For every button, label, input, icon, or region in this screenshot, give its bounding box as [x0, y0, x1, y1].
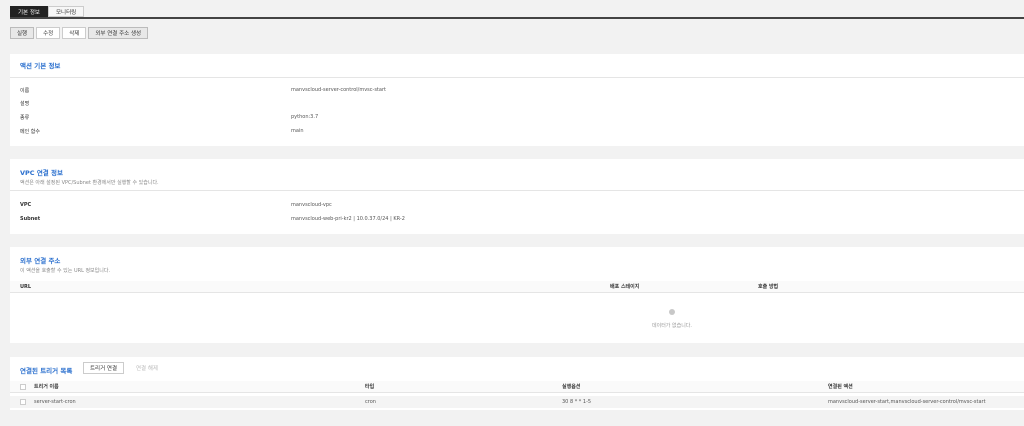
column-header-stage: 배포 스테이지	[610, 284, 640, 290]
column-header-option: 실행옵션	[562, 384, 581, 390]
panel-title: 연결된 트리거 목록	[20, 367, 73, 375]
trigger-name-cell: server-start-cron	[34, 399, 76, 405]
kv-row-vpc: VPC manvscloud-vpc	[20, 200, 1014, 210]
table-header: 트리거 이름 타입 실행옵션 연결된 액션	[10, 381, 1024, 393]
kv-row-main-function: 메인 함수 main	[20, 126, 1014, 136]
connect-trigger-button[interactable]: 트리거 연결	[83, 362, 125, 374]
divider	[10, 77, 1024, 78]
delete-button[interactable]: 삭제	[62, 27, 87, 39]
column-header-method: 호출 방법	[758, 284, 779, 290]
panel-title: VPC 연결 정보	[20, 169, 64, 177]
tab-monitoring[interactable]: 모니터링	[48, 6, 85, 17]
trigger-option-cell: 30 8 * * 1-5	[562, 399, 592, 405]
column-header-url: URL	[20, 283, 32, 290]
kv-value: main	[291, 128, 304, 134]
panel-description: 이 액션을 호출할 수 있는 URL 정보입니다.	[20, 268, 111, 274]
kv-value: python:3.7	[291, 114, 319, 120]
external-url-panel: 외부 연결 주소 이 액션을 호출할 수 있는 URL 정보입니다. URL 배…	[10, 247, 1024, 343]
kv-key: 설명	[20, 100, 30, 107]
action-toolbar: 실행 수정 삭제 외부 연결 주소 생성	[10, 27, 149, 39]
tab-basic-info[interactable]: 기본 정보	[10, 6, 48, 17]
action-info-panel: 액션 기본 정보 이름 manvscloud-server-control/mv…	[10, 54, 1024, 146]
panel-description: 액션은 아래 설정된 VPC/Subnet 환경에서만 실행할 수 있습니다.	[20, 180, 159, 186]
column-header-trigger-name: 트리거 이름	[34, 384, 59, 390]
kv-row-subnet: Subnet manvscloud-web-pri-kr2 | 10.0.37.…	[20, 214, 1014, 224]
kv-key: 메인 함수	[20, 128, 40, 135]
create-external-url-button[interactable]: 외부 연결 주소 생성	[88, 27, 149, 39]
panel-title: 액션 기본 정보	[20, 62, 61, 70]
panel-header: 외부 연결 주소 이 액션을 호출할 수 있는 URL 정보입니다.	[20, 255, 110, 274]
kv-key: 이름	[20, 87, 30, 94]
table-header: URL 배포 스테이지 호출 방법	[10, 281, 1024, 293]
empty-state-icon	[669, 309, 675, 315]
kv-key: VPC	[20, 202, 32, 208]
column-header-linked-action: 연결된 액션	[828, 384, 853, 390]
panel-header: VPC 연결 정보 액션은 아래 설정된 VPC/Subnet 환경에서만 실행…	[20, 167, 159, 186]
kv-row-kind: 종류 python:3.7	[20, 112, 1014, 122]
kv-key: Subnet	[20, 216, 41, 222]
tab-bar: 기본 정보 모니터링	[10, 6, 85, 17]
kv-row-description: 설명	[20, 98, 1014, 108]
trigger-type-cell: cron	[365, 399, 376, 405]
table-row[interactable]: server-start-cron cron 30 8 * * 1-5 manv…	[10, 396, 1024, 408]
column-header-type: 타입	[365, 384, 375, 390]
kv-row-name: 이름 manvscloud-server-control/mvsc-start	[20, 85, 1014, 95]
triggers-panel: 연결된 트리거 목록 트리거 연결 연결 해제 트리거 이름 타입 실행옵션 연…	[10, 357, 1024, 410]
trigger-action-cell: manvscloud-server-start,manvscloud-serve…	[828, 399, 986, 405]
empty-state-text: 데이터가 없습니다.	[652, 323, 692, 329]
kv-key: 종류	[20, 114, 30, 121]
disconnect-trigger-button[interactable]: 연결 해제	[130, 362, 164, 374]
row-checkbox[interactable]	[20, 399, 26, 405]
run-button[interactable]: 실행	[10, 27, 35, 39]
vpc-info-panel: VPC 연결 정보 액션은 아래 설정된 VPC/Subnet 환경에서만 실행…	[10, 159, 1024, 234]
select-all-checkbox[interactable]	[20, 384, 26, 390]
divider	[10, 190, 1024, 191]
kv-value: manvscloud-vpc	[291, 202, 332, 208]
tab-underline	[10, 17, 1024, 19]
kv-value: manvscloud-server-control/mvsc-start	[291, 87, 386, 93]
kv-value: manvscloud-web-pri-kr2 | 10.0.37.0/24 | …	[291, 216, 405, 222]
panel-title: 외부 연결 주소	[20, 257, 61, 265]
edit-button[interactable]: 수정	[36, 27, 61, 39]
